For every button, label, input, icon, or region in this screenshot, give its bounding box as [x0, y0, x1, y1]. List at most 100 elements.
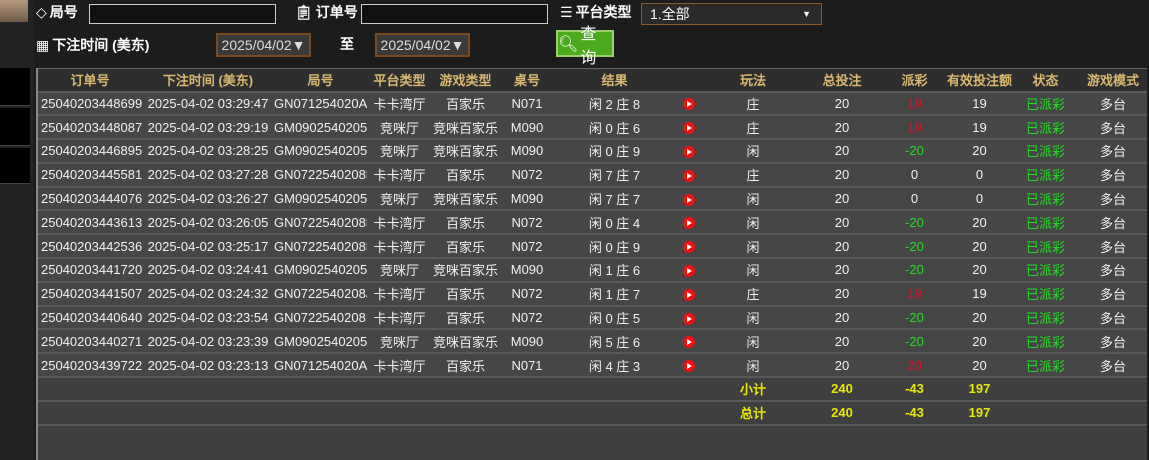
- play-icon[interactable]: [683, 193, 695, 206]
- table-cell: 0: [947, 186, 1012, 212]
- table-cell: 多台: [1079, 353, 1147, 379]
- table-cell: M090: [499, 115, 555, 141]
- total-row: 总计 240 -43 197: [38, 400, 1147, 426]
- table-cell: 250402034455813: [38, 162, 142, 188]
- replay-cell: [674, 329, 704, 355]
- table-cell: 多台: [1079, 258, 1147, 283]
- date-to-picker[interactable]: 2025/04/02 ▼: [375, 33, 470, 57]
- date-from-picker[interactable]: 2025/04/02 ▼: [216, 33, 311, 57]
- column-header: 局号: [274, 68, 367, 93]
- table-cell: 卡卡湾厅: [367, 234, 432, 260]
- play-icon[interactable]: [683, 98, 695, 111]
- table-cell: 竞咪厅: [367, 186, 432, 212]
- table-cell: 庄: [704, 91, 802, 117]
- table-row: 250402034440762 2025-04-02 03:26:27 GM0902…: [38, 186, 1147, 212]
- table-cell: [142, 400, 274, 426]
- table-row: 250402034402716 2025-04-02 03:23:39 GM0902…: [38, 329, 1147, 355]
- column-header: 有效投注额: [947, 68, 1012, 93]
- table-cell: N072: [499, 234, 555, 260]
- table-cell: 闲: [704, 305, 802, 331]
- table-cell: 19: [882, 281, 947, 307]
- table-cell: 已派彩: [1012, 234, 1079, 260]
- play-icon[interactable]: [683, 288, 695, 301]
- play-icon[interactable]: [683, 312, 695, 325]
- table-cell: 已派彩: [1012, 162, 1079, 188]
- table-cell: 竞咪百家乐: [432, 186, 499, 212]
- table-cell: 百家乐: [432, 91, 499, 117]
- table-cell: [274, 377, 367, 402]
- sidebar-item[interactable]: [0, 68, 30, 106]
- replay-cell: [674, 186, 704, 212]
- table-cell: [367, 377, 432, 402]
- table-cell: 20: [947, 329, 1012, 355]
- query-button[interactable]: 🔍︎ 查询: [556, 26, 614, 67]
- table-cell: 250402034468952: [38, 139, 142, 164]
- table-cell: 250402034486994: [38, 91, 142, 117]
- table-cell: 2025-04-02 03:23:54: [142, 305, 274, 331]
- sidebar-item[interactable]: [0, 108, 30, 146]
- table-cell: 19: [947, 115, 1012, 141]
- table-cell: 小计: [704, 377, 802, 402]
- table-cell: 250402034415079: [38, 281, 142, 307]
- play-icon[interactable]: [683, 122, 695, 135]
- tag-icon: ◇: [36, 3, 47, 20]
- table-cell: 庄: [704, 115, 802, 141]
- table-cell: 庄: [704, 162, 802, 188]
- table-cell: 已派彩: [1012, 329, 1079, 355]
- table-cell: 闲: [704, 139, 802, 164]
- table-cell: 卡卡湾厅: [367, 353, 432, 379]
- table-cell: 闲: [704, 258, 802, 283]
- table-cell: N072: [499, 210, 555, 236]
- table-cell: 20: [802, 186, 882, 212]
- table-cell: [38, 400, 142, 426]
- sidebar-item[interactable]: [0, 148, 30, 184]
- play-icon[interactable]: [683, 241, 695, 254]
- subtotal-row: 小计 240 -43 197: [38, 377, 1147, 402]
- order-input[interactable]: [361, 4, 548, 24]
- play-icon[interactable]: [683, 169, 695, 182]
- table-cell: [499, 400, 555, 426]
- table-cell: N072: [499, 162, 555, 188]
- chevron-down-icon: ▼: [291, 37, 306, 53]
- platform-select[interactable]: 1.全部 ▼: [641, 3, 822, 25]
- table-cell: 250402034440762: [38, 186, 142, 212]
- table-cell: 19: [947, 281, 1012, 307]
- table-cell: N072: [499, 281, 555, 307]
- table-cell: 2025-04-02 03:27:28: [142, 162, 274, 188]
- table-cell: 2025-04-02 03:26:05: [142, 210, 274, 236]
- column-header: 游戏模式: [1079, 68, 1147, 93]
- orders-table: 订单号 下注时间 (美东) 局号 平台类型 游戏类型 桌号 结果 玩法 总投注 派彩 有效投注额 状态…: [36, 68, 1147, 460]
- play-icon[interactable]: [683, 336, 695, 349]
- table-cell: 已派彩: [1012, 353, 1079, 379]
- round-input[interactable]: [89, 4, 276, 24]
- column-header: 结果: [555, 68, 674, 93]
- table-cell: [1079, 377, 1147, 402]
- replay-cell: [674, 258, 704, 283]
- time-label: ▦ 下注时间 (美东): [36, 36, 150, 54]
- table-cell: 2025-04-02 03:29:19: [142, 115, 274, 141]
- table-cell: -20: [882, 210, 947, 236]
- table-cell: 20: [802, 258, 882, 283]
- table-cell: 2025-04-02 03:25:17: [142, 234, 274, 260]
- play-icon[interactable]: [683, 360, 695, 373]
- table-cell: 闲 0 庄 9: [555, 139, 674, 164]
- table-cell: 0: [882, 162, 947, 188]
- table-cell: 197: [947, 377, 1012, 402]
- column-header: 玩法: [704, 68, 802, 93]
- table-cell: 竞咪百家乐: [432, 329, 499, 355]
- table-cell: M090: [499, 258, 555, 283]
- table-cell: [367, 400, 432, 426]
- table-cell: -20: [882, 329, 947, 355]
- table-cell: 闲 5 庄 6: [555, 329, 674, 355]
- table-cell: GM0902540205O: [274, 329, 367, 355]
- table-cell: 已派彩: [1012, 186, 1079, 212]
- table-cell: 竞咪百家乐: [432, 258, 499, 283]
- play-icon[interactable]: [683, 217, 695, 230]
- play-icon[interactable]: [683, 146, 695, 159]
- table-cell: [142, 377, 274, 402]
- play-icon[interactable]: [683, 265, 695, 278]
- table-cell: 多台: [1079, 234, 1147, 260]
- chevron-down-icon: ▼: [802, 9, 811, 19]
- table-cell: 19: [947, 91, 1012, 117]
- table-cell: 19: [882, 91, 947, 117]
